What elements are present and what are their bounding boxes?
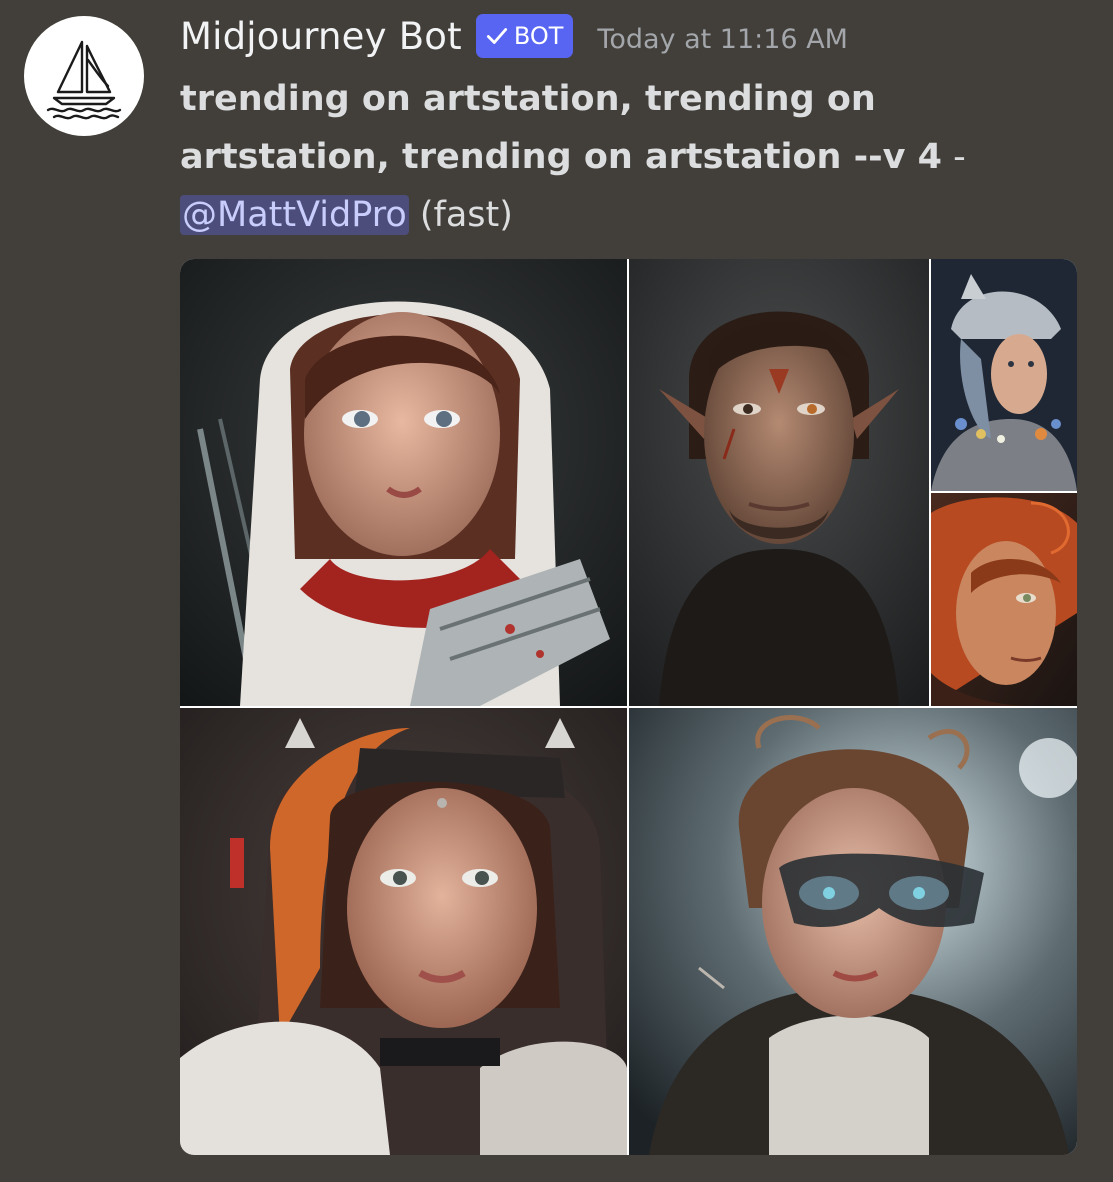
sailboat-logo-icon [46, 40, 122, 120]
chat-message: Midjourney Bot BOT Today at 11:16 AM tre… [0, 0, 1113, 1182]
user-mention[interactable]: @MattVidPro [180, 195, 409, 235]
image-grid[interactable] [180, 259, 1077, 1155]
bot-tag-label: BOT [513, 22, 564, 50]
image-scarred-man-portrait[interactable] [629, 259, 929, 706]
image-hooded-girl-red-scarf[interactable] [180, 259, 627, 706]
image-hooded-girl-orange-hood[interactable] [180, 708, 627, 1155]
message-timestamp[interactable]: Today at 11:16 AM [597, 18, 848, 55]
image-redhead-woman-profile[interactable] [931, 493, 1077, 706]
image-girl-with-goggles[interactable] [629, 708, 1077, 1155]
button-row-edge [180, 1172, 1077, 1182]
bot-avatar[interactable] [24, 16, 144, 136]
mode-text: (fast) [408, 195, 513, 235]
author-name[interactable]: Midjourney Bot [180, 15, 462, 58]
message-header: Midjourney Bot BOT Today at 11:16 AM [180, 8, 848, 64]
prompt-text: trending on artstation, trending on arts… [180, 79, 943, 177]
message-content: trending on artstation, trending on arts… [180, 70, 1080, 244]
bot-tag: BOT [475, 14, 574, 58]
separator-text: - [942, 137, 966, 177]
checkmark-icon [486, 28, 507, 44]
image-helmeted-woman-flowers[interactable] [931, 259, 1077, 491]
